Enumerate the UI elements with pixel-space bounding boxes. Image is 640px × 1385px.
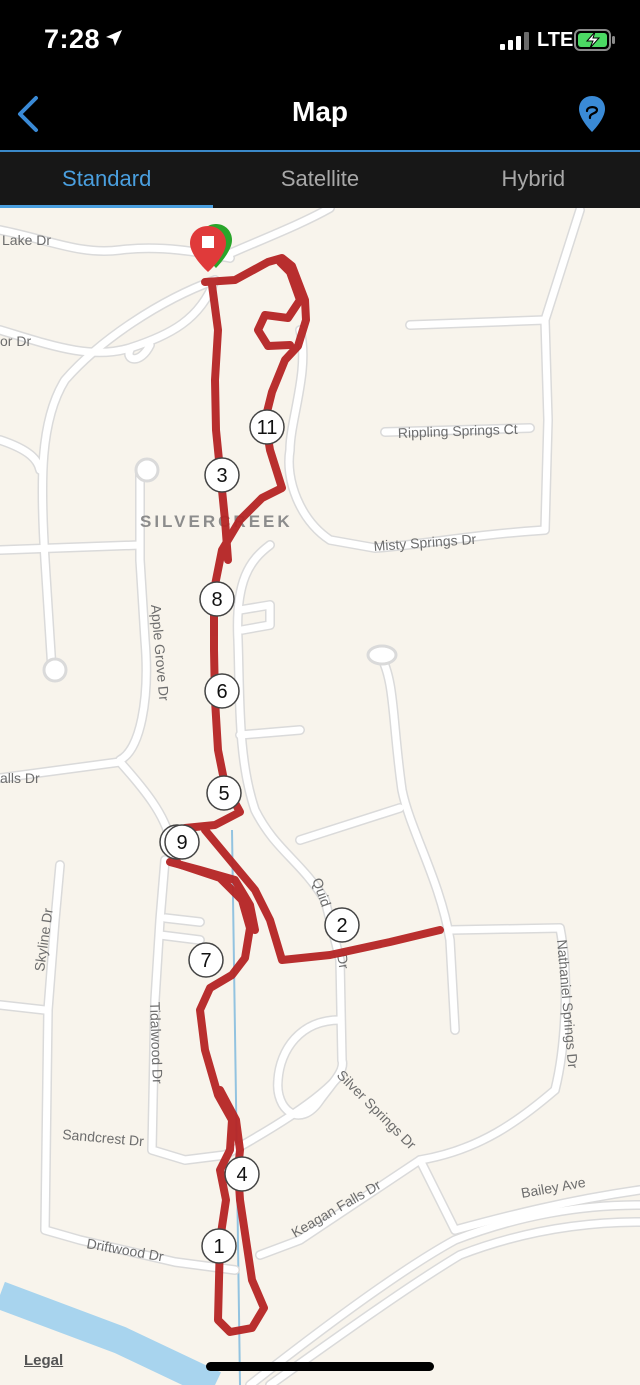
legal-link[interactable]: Legal xyxy=(24,1352,63,1369)
street-label-driftwood: Driftwood Dr xyxy=(85,1235,165,1264)
mile-marker-1-label: 1 xyxy=(213,1236,224,1258)
mile-marker-5[interactable]: 5 xyxy=(206,775,242,811)
carrier-label: LTE xyxy=(537,29,574,51)
street-label-or: or Dr xyxy=(0,333,31,349)
mile-marker-6-label: 6 xyxy=(216,681,227,703)
mile-marker-1[interactable]: 1 xyxy=(201,1228,237,1264)
home-indicator[interactable] xyxy=(206,1362,434,1371)
mile-marker-7[interactable]: 7 xyxy=(188,942,224,978)
route-pin-icon[interactable] xyxy=(576,92,608,136)
page-title: Map xyxy=(292,96,348,127)
cellular-signal-icon xyxy=(500,32,529,50)
finish-pin-icon[interactable] xyxy=(190,226,226,272)
mile-marker-7-label: 7 xyxy=(200,950,211,972)
tab-hybrid-label: Hybrid xyxy=(501,166,566,191)
street-label-misty-springs: Misty Springs Dr xyxy=(373,531,477,554)
tab-satellite[interactable]: Satellite xyxy=(213,152,426,208)
mile-marker-9[interactable]: 9 xyxy=(159,824,200,860)
mile-marker-4-label: 4 xyxy=(236,1164,247,1186)
battery-charging-icon xyxy=(574,29,615,51)
status-time: 7:28 xyxy=(44,24,101,54)
street-label-sandcrest: Sandcrest Dr xyxy=(62,1126,145,1149)
mile-marker-11-label: 11 xyxy=(257,417,278,439)
map-type-tabs: Standard Satellite Hybrid xyxy=(0,152,640,208)
mile-marker-4[interactable]: 4 xyxy=(224,1156,260,1192)
mile-marker-6[interactable]: 6 xyxy=(204,673,240,709)
mile-marker-11[interactable]: 11 xyxy=(249,409,285,445)
mile-marker-2[interactable]: 2 xyxy=(324,907,360,943)
status-bar: 7:28 LTE xyxy=(0,0,640,80)
street-label-quid: Quid xyxy=(309,876,334,909)
neighborhood-label: SILVERCREEK xyxy=(140,512,293,531)
street-label-rippling-springs: Rippling Springs Ct xyxy=(398,421,518,441)
tab-hybrid[interactable]: Hybrid xyxy=(427,152,640,208)
mile-marker-9-label: 9 xyxy=(176,832,187,854)
map-view[interactable]: Lake Dr or Dr Rippling Springs Ct Misty … xyxy=(0,208,640,1385)
tab-standard[interactable]: Standard xyxy=(0,152,214,208)
map-canvas: Lake Dr or Dr Rippling Springs Ct Misty … xyxy=(0,208,640,1385)
tab-standard-label: Standard xyxy=(62,166,152,191)
mile-marker-3-label: 3 xyxy=(216,465,227,487)
street-label-lake: Lake Dr xyxy=(2,232,51,248)
mile-marker-8[interactable]: 8 xyxy=(199,581,235,617)
mile-marker-5-label: 5 xyxy=(218,783,229,805)
tab-satellite-label: Satellite xyxy=(280,166,360,191)
mile-marker-8-label: 8 xyxy=(211,589,222,611)
location-arrow-icon xyxy=(106,30,122,46)
street-label-silver-springs: Silver Springs Dr xyxy=(334,1067,420,1153)
street-label-apple-grove: Apple Grove Dr xyxy=(148,604,172,702)
mile-marker-3[interactable]: 3 xyxy=(204,457,240,493)
mile-marker-2-label: 2 xyxy=(336,915,347,937)
street-label-keagan-falls: Keagan Falls Dr xyxy=(289,1176,384,1240)
street-label-falls: alls Dr xyxy=(0,770,40,786)
street-label-tidalwood: Tidalwood Dr xyxy=(147,1002,166,1085)
